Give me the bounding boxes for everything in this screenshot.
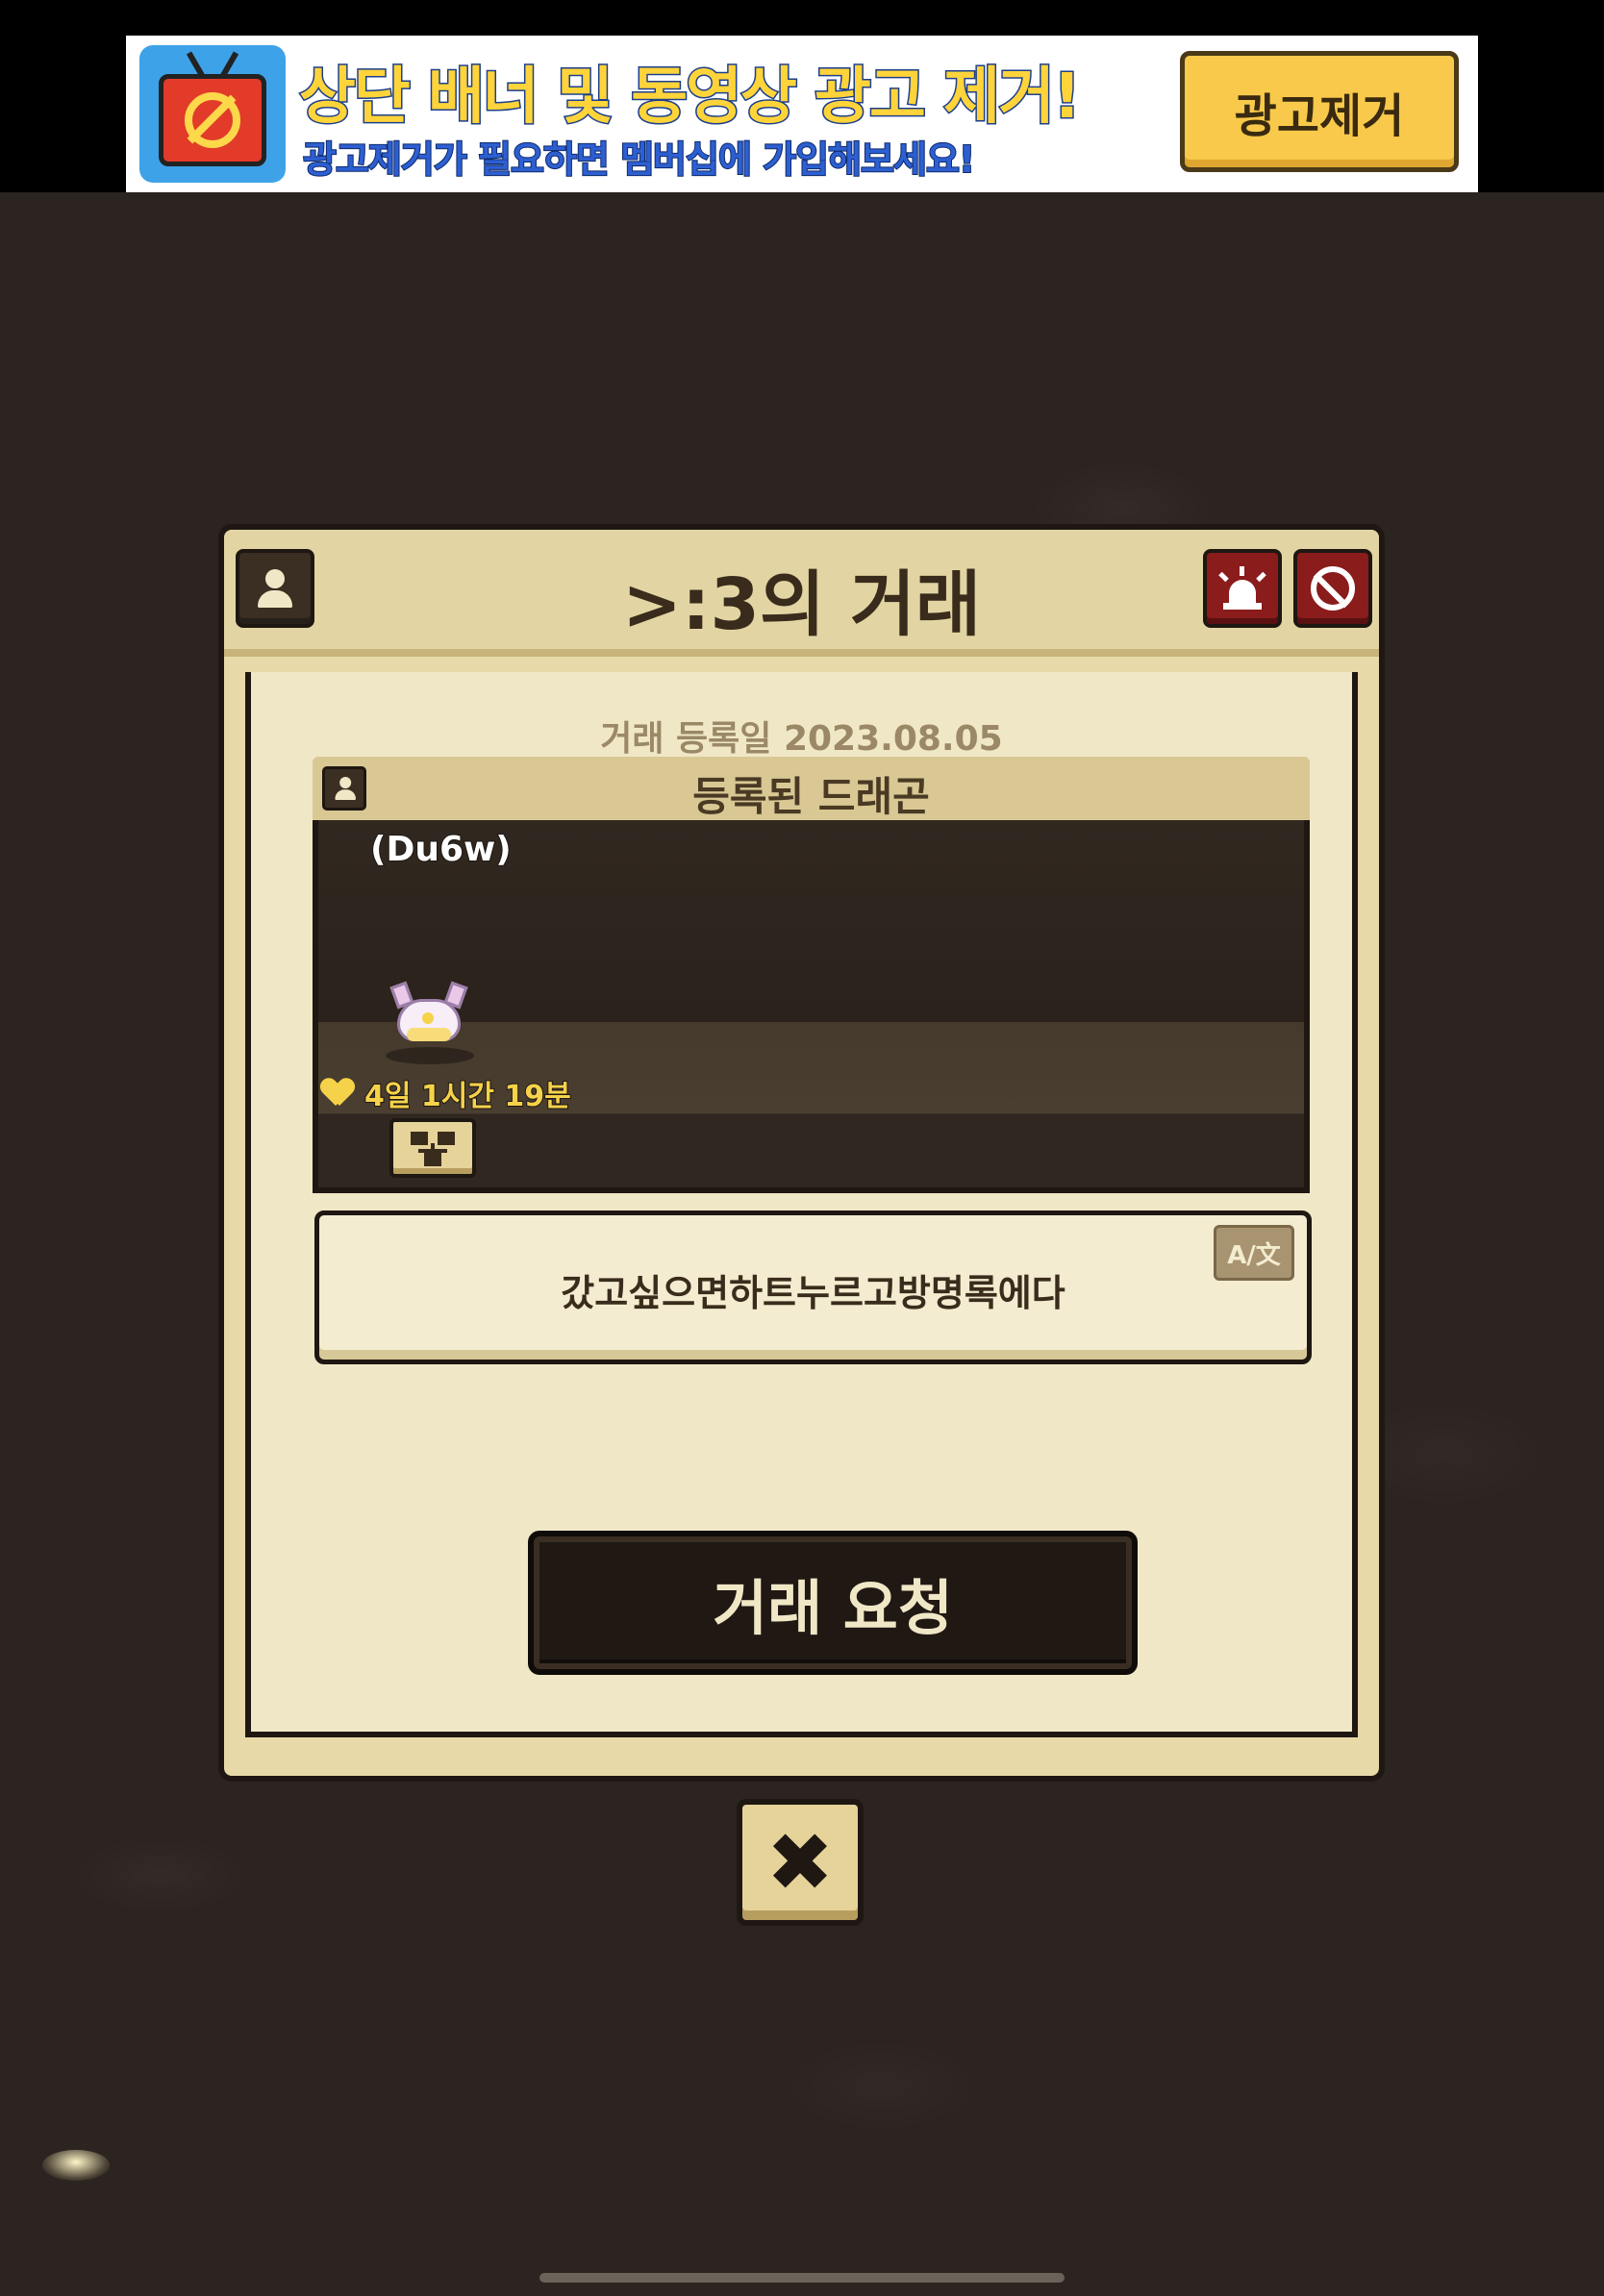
- block-button[interactable]: [1293, 549, 1372, 628]
- dragon-timer: 4일 1시간 19분: [322, 1072, 572, 1114]
- top-ad-area: 상단 배너 및 동영상 광고 제거! 광고제거가 필요하면 멤버십에 가입해보세…: [0, 0, 1604, 192]
- no-ads-tv-icon: [139, 45, 286, 183]
- trade-message: 갔고싶으면하트누르고방명록에다: [561, 1272, 1065, 1314]
- section-title: 등록된 드래곤: [692, 773, 930, 820]
- heart-icon: [322, 1079, 355, 1108]
- home-indicator[interactable]: [539, 2273, 1065, 2283]
- report-siren-icon: [1217, 566, 1267, 611]
- family-tree-button[interactable]: [389, 1118, 476, 1178]
- light-glow: [42, 2150, 110, 2181]
- dialog-header: >:3의 거래: [224, 530, 1379, 657]
- block-icon: [1311, 566, 1355, 611]
- trade-message-box: 갔고싶으면하트누르고방명록에다 A/文: [314, 1210, 1312, 1364]
- report-button[interactable]: [1203, 549, 1282, 628]
- registered-dragon-header: 등록된 드래곤: [313, 757, 1310, 820]
- dragon-sprite[interactable]: [389, 981, 468, 1051]
- translate-button[interactable]: A/文: [1214, 1225, 1294, 1281]
- dialog-body: 거래 등록일 2023.08.05 등록된 드래곤 (Du6w) 4일 1시간 …: [245, 672, 1358, 1737]
- remove-ads-button[interactable]: 광고제거: [1180, 51, 1459, 172]
- timer-text: 4일 1시간 19분: [363, 1079, 572, 1114]
- dragon-name: (Du6w): [369, 829, 513, 870]
- trade-request-button[interactable]: 거래 요청: [528, 1531, 1138, 1675]
- ad-subtitle: 광고제거가 필요하면 멤버십에 가입해보세요!: [302, 137, 976, 182]
- close-button[interactable]: ✖: [737, 1799, 864, 1926]
- ad-banner[interactable]: 상단 배너 및 동영상 광고 제거! 광고제거가 필요하면 멤버십에 가입해보세…: [126, 36, 1478, 192]
- trade-dialog: >:3의 거래 거래 등록일 2023.08.05 등록된 드래곤 (Du6w): [218, 524, 1385, 1782]
- dragon-panel: (Du6w) 4일 1시간 19분: [313, 820, 1310, 1193]
- family-tree-icon: [409, 1130, 457, 1166]
- registration-date: 거래 등록일 2023.08.05: [600, 719, 1003, 759]
- ad-title: 상단 배너 및 동영상 광고 제거!: [297, 61, 1082, 135]
